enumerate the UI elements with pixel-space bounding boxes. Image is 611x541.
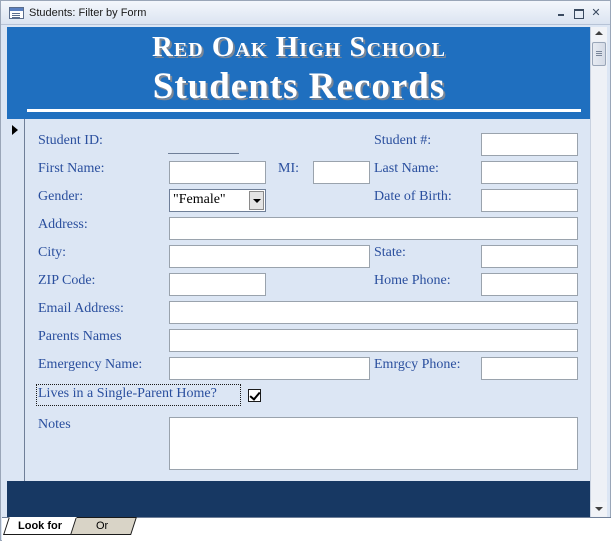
student-number-label: Student #: xyxy=(374,133,432,148)
restore-icon[interactable] xyxy=(571,6,585,19)
tab-or[interactable]: Or xyxy=(67,517,137,535)
current-record-arrow-icon xyxy=(12,125,18,135)
notes-field[interactable] xyxy=(169,417,578,470)
filter-tab-bar: Or Look for xyxy=(2,517,611,541)
form-title: Students Records xyxy=(152,66,446,107)
header-divider xyxy=(27,109,581,112)
city-field[interactable] xyxy=(169,245,370,268)
scroll-thumb[interactable] xyxy=(592,42,606,66)
emergency-phone-label: Emrgcy Phone: xyxy=(374,357,461,372)
minimize-icon[interactable] xyxy=(554,6,568,19)
home-phone-field[interactable] xyxy=(481,273,578,296)
email-field[interactable] xyxy=(169,301,578,324)
zip-label: ZIP Code: xyxy=(38,273,96,288)
mi-field[interactable] xyxy=(313,161,370,184)
gender-value: "Female" xyxy=(173,192,226,207)
window-title: Students: Filter by Form xyxy=(29,7,147,19)
close-icon[interactable]: ✕ xyxy=(589,6,603,19)
form-header: Red Oak High School Students Records xyxy=(7,27,591,119)
home-phone-label: Home Phone: xyxy=(374,273,451,288)
dob-label: Date of Birth: xyxy=(374,189,452,204)
mi-label: MI: xyxy=(278,161,299,176)
chevron-down-icon[interactable] xyxy=(249,191,264,210)
parents-names-field[interactable] xyxy=(169,329,578,352)
first-name-field[interactable] xyxy=(169,161,266,184)
tab-or-label: Or xyxy=(95,520,109,532)
last-name-label: Last Name: xyxy=(374,161,439,176)
scroll-up-icon[interactable] xyxy=(591,27,607,41)
scroll-down-icon[interactable] xyxy=(591,502,607,516)
emergency-phone-field[interactable] xyxy=(481,357,578,380)
parents-names-label: Parents Names xyxy=(38,329,122,344)
state-field[interactable] xyxy=(481,245,578,268)
form-icon xyxy=(9,7,24,19)
tab-look-for[interactable]: Look for xyxy=(3,517,77,535)
student-number-field[interactable] xyxy=(481,133,578,156)
single-parent-focus[interactable]: Lives in a Single-Parent Home? xyxy=(36,384,241,406)
vertical-scrollbar[interactable] xyxy=(590,27,607,517)
single-parent-checkbox[interactable] xyxy=(248,389,261,402)
student-id-field[interactable] xyxy=(168,153,239,154)
state-label: State: xyxy=(374,245,406,260)
emergency-name-field[interactable] xyxy=(169,357,370,380)
address-label: Address: xyxy=(38,217,88,232)
student-id-label: Student ID: xyxy=(38,133,103,148)
single-parent-label: Lives in a Single-Parent Home? xyxy=(38,386,217,401)
email-label: Email Address: xyxy=(38,301,124,316)
last-name-field[interactable] xyxy=(481,161,578,184)
form-footer xyxy=(7,481,591,517)
record-selector[interactable] xyxy=(7,119,25,481)
first-name-label: First Name: xyxy=(38,161,105,176)
address-field[interactable] xyxy=(169,217,578,240)
city-label: City: xyxy=(38,245,67,260)
school-name: Red Oak High School xyxy=(151,31,447,63)
title-bar[interactable]: Students: Filter by Form ✕ xyxy=(1,1,610,25)
form-area: Red Oak High School Students Records Stu… xyxy=(7,27,591,517)
notes-label: Notes xyxy=(38,417,71,432)
form-detail: Student ID: Student #: First Name: MI: L… xyxy=(26,119,591,481)
filter-by-form-window: Students: Filter by Form ✕ Red Oak High … xyxy=(0,0,611,541)
tab-look-for-label: Look for xyxy=(18,520,62,532)
gender-combo[interactable]: "Female" xyxy=(169,189,266,212)
gender-label: Gender: xyxy=(38,189,84,204)
dob-field[interactable] xyxy=(481,189,578,212)
emergency-name-label: Emergency Name: xyxy=(38,357,143,372)
zip-field[interactable] xyxy=(169,273,266,296)
